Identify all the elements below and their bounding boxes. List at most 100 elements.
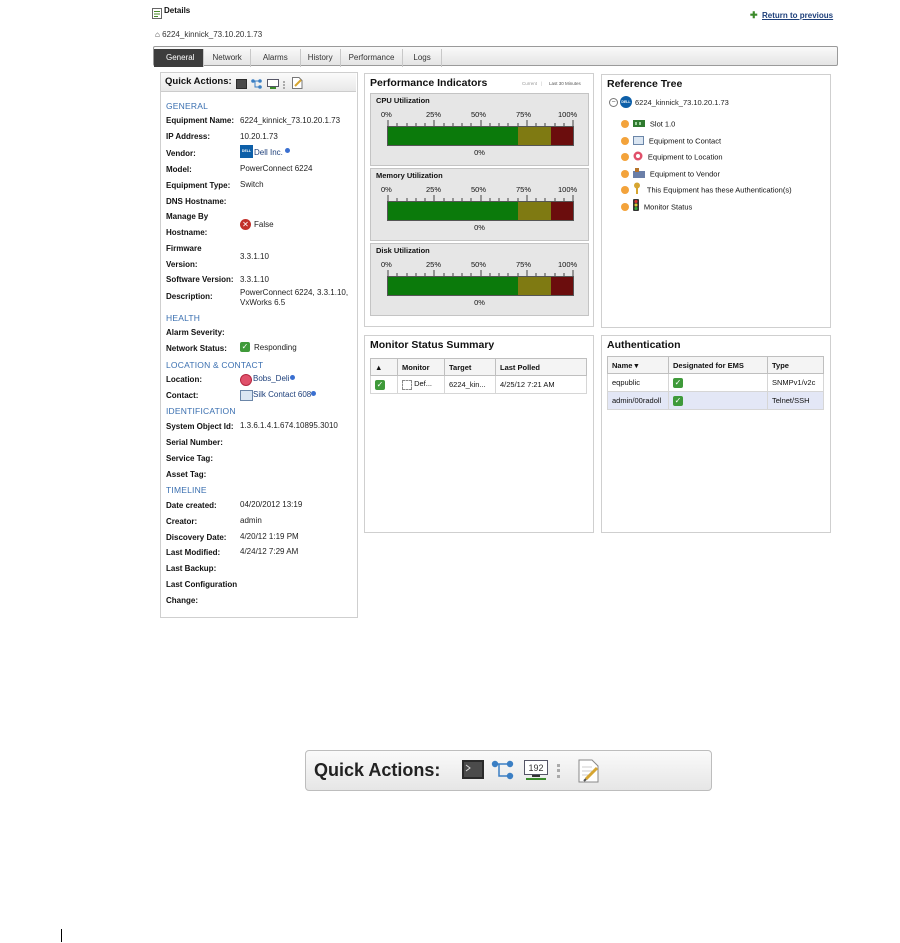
serial-number-label: Serial Number: <box>166 438 223 447</box>
tab-general[interactable]: General <box>154 49 205 67</box>
monitor-icon <box>402 379 412 390</box>
gauge-zone-critical <box>550 127 573 145</box>
gauge-zone-warning <box>517 277 551 295</box>
gauge-bar <box>387 126 574 146</box>
tree-item[interactable]: Equipment to Location <box>621 148 723 166</box>
vendor-value[interactable]: Dell Inc. <box>254 148 283 157</box>
tree-root[interactable]: 6224_kinnick_73.10.20.1.73 <box>635 98 729 107</box>
status-ok-icon: ✓ <box>375 379 385 390</box>
key-icon <box>633 181 642 199</box>
gauge-tick-label: 50% <box>471 110 487 119</box>
gauge-zone-warning <box>517 127 551 145</box>
topology-icon[interactable] <box>251 76 263 94</box>
tab-alarms[interactable]: Alarms <box>251 49 301 67</box>
section-general: GENERAL <box>166 101 209 111</box>
section-timeline: TIMELINE <box>166 485 207 495</box>
tree-item[interactable]: Slot 1.0 <box>621 115 675 133</box>
reference-tree-title: Reference Tree <box>607 78 683 90</box>
dns-hostname-label: DNS Hostname: <box>166 197 227 206</box>
expand-node-icon[interactable] <box>621 186 629 195</box>
edit-note-icon[interactable] <box>291 76 303 94</box>
equipment-name-value: 6224_kinnick_73.10.20.1.73 <box>240 116 341 125</box>
monitor-table: ▲ Monitor Target Last Polled ✓ Def... 62… <box>370 358 587 394</box>
equipment-type-value: Switch <box>240 180 264 189</box>
name-cell: eqpublic <box>607 373 669 392</box>
expand-node-icon[interactable] <box>621 153 629 162</box>
firmware-label: Firmware <box>166 244 202 253</box>
gauge-tick-label: 25% <box>426 110 442 119</box>
firmware-value: 3.3.1.10 <box>240 252 269 261</box>
tree-item[interactable]: Equipment to Contact <box>621 132 721 150</box>
tab-performance[interactable]: Performance <box>341 49 404 67</box>
utilization-gauge: Disk Utilization 0% 25% 50% 75% 100% 0% <box>370 243 589 316</box>
details-icon <box>152 6 162 19</box>
status-cell: ✓ <box>370 375 398 394</box>
expand-node-icon[interactable] <box>621 203 629 211</box>
expand-node-icon[interactable] <box>621 120 629 128</box>
info-icon[interactable] <box>311 391 316 396</box>
monitor-summary-title: Monitor Status Summary <box>370 339 495 351</box>
edit-note-icon[interactable] <box>578 759 600 788</box>
separator-icon <box>557 764 563 778</box>
gauge-bar <box>387 276 574 296</box>
contact-card-icon <box>633 132 645 150</box>
tab-logs[interactable]: Logs <box>403 49 442 67</box>
gauge-zone-warning <box>517 202 551 220</box>
ip-address-icon[interactable]: 192 <box>524 760 548 786</box>
sort-column-header[interactable]: ▲ <box>370 358 398 376</box>
name-column-header[interactable]: Name ▾ <box>607 356 669 374</box>
info-icon[interactable] <box>285 148 290 153</box>
tab-network[interactable]: Network <box>204 49 251 67</box>
system-object-id-label: System Object Id: <box>166 422 234 431</box>
responding-check-icon: ✓ <box>240 342 250 352</box>
terminal-icon[interactable] <box>462 760 484 784</box>
tree-item[interactable]: Monitor Status <box>621 198 692 216</box>
monitor-column-header[interactable]: Monitor <box>397 358 445 376</box>
false-icon: ✕ <box>240 219 251 230</box>
expand-node-icon[interactable] <box>621 136 629 145</box>
type-column-header[interactable]: Type <box>767 356 824 374</box>
date-created-value: 04/20/2012 13:19 <box>240 500 303 509</box>
quick-actions-callout-label: Quick Actions: <box>314 760 441 780</box>
contact-value[interactable]: Silk Contact 608 <box>253 390 311 399</box>
location-value[interactable]: Bobs_Deli <box>253 374 289 383</box>
topology-icon[interactable] <box>491 760 515 785</box>
system-object-id-value: 1.3.6.1.4.1.674.10895.3010 <box>240 421 338 430</box>
collapse-icon[interactable]: − <box>609 98 618 107</box>
manage-by-label-line2: Hostname: <box>166 228 208 237</box>
table-row[interactable]: ✓ Def... 6224_kin... 4/25/12 7:21 AM <box>370 375 587 394</box>
last-configuration-label-line2: Change: <box>166 596 198 605</box>
breadcrumb: ⌂ 6224_kinnick_73.10.20.1.73 <box>155 30 263 39</box>
designated-check-icon: ✓ <box>673 395 683 406</box>
network-status-label: Network Status: <box>166 344 227 353</box>
firmware-label-line2: Version: <box>166 260 198 269</box>
gauge-zone-critical <box>550 202 573 220</box>
link-divider: | <box>541 81 543 86</box>
tab-history[interactable]: History <box>301 49 341 67</box>
info-icon[interactable] <box>290 375 295 380</box>
table-row[interactable]: admin/00radoll ✓ Telnet/SSH <box>607 391 824 410</box>
gauge-tick-label: 75% <box>516 110 532 119</box>
gauge-tick-label: 100% <box>558 185 578 194</box>
contact-card-icon <box>240 390 253 401</box>
location-target-icon <box>240 374 252 386</box>
gauge-title: CPU Utilization <box>376 96 430 105</box>
last-30-minutes-link[interactable]: Last 30 Minutes <box>549 81 581 86</box>
ip-address-icon[interactable] <box>266 76 279 94</box>
tree-item[interactable]: Equipment to Vendor <box>621 165 720 183</box>
current-link[interactable]: Current <box>522 81 537 86</box>
software-version-label: Software Version: <box>166 275 234 284</box>
gauge-value: 0% <box>474 298 485 307</box>
gauge-tick-label: 0% <box>381 185 392 194</box>
return-link[interactable]: ✚ Return to previous <box>750 5 833 23</box>
gauge-tick-label: 0% <box>381 260 392 269</box>
last-polled-column-header[interactable]: Last Polled <box>495 358 587 376</box>
designated-column-header[interactable]: Designated for EMS <box>668 356 768 374</box>
target-column-header[interactable]: Target <box>444 358 496 376</box>
table-row[interactable]: eqpublic ✓ SNMPv1/v2c <box>607 373 824 392</box>
performance-title: Performance Indicators <box>370 77 488 89</box>
expand-node-icon[interactable] <box>621 169 629 178</box>
terminal-icon[interactable] <box>236 76 247 94</box>
tree-item[interactable]: This Equipment has these Authentication(… <box>621 181 792 199</box>
tree-item-label: This Equipment has these Authentication(… <box>646 185 792 195</box>
